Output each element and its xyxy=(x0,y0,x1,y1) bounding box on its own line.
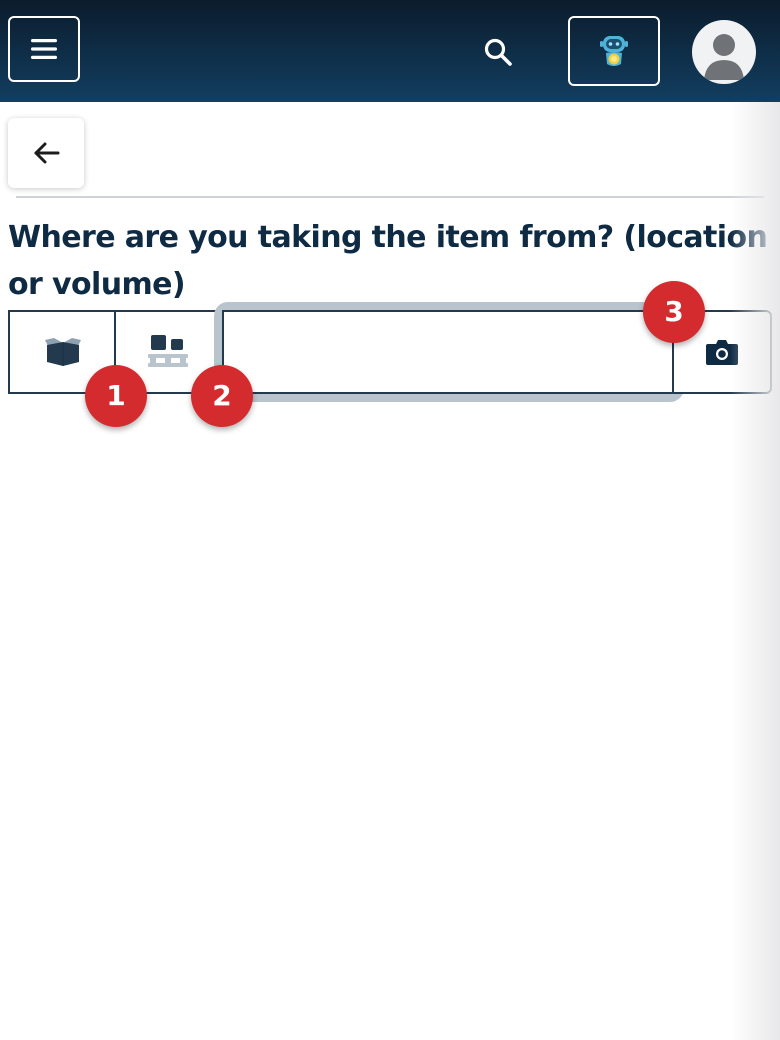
search-icon xyxy=(484,38,512,66)
hamburger-menu-icon xyxy=(31,39,57,59)
divider xyxy=(16,196,764,198)
robot-assistant-icon xyxy=(600,36,628,66)
step-badge-1: 1 xyxy=(85,365,147,427)
camera-icon xyxy=(706,340,738,365)
step-badge-2: 2 xyxy=(191,365,253,427)
open-box-icon xyxy=(45,338,81,366)
pallet-icon xyxy=(148,335,188,367)
step-badge-3: 3 xyxy=(643,281,705,343)
top-app-bar xyxy=(0,0,780,102)
arrow-left-icon xyxy=(34,142,60,164)
page: Where are you taking the item from? (loc… xyxy=(0,0,780,1040)
user-avatar[interactable] xyxy=(692,20,756,84)
assistant-button[interactable] xyxy=(568,16,660,86)
menu-button[interactable] xyxy=(8,16,80,82)
search-button[interactable] xyxy=(476,30,520,74)
location-input[interactable] xyxy=(222,310,674,394)
back-button[interactable] xyxy=(8,118,84,188)
user-avatar-icon xyxy=(704,34,744,80)
